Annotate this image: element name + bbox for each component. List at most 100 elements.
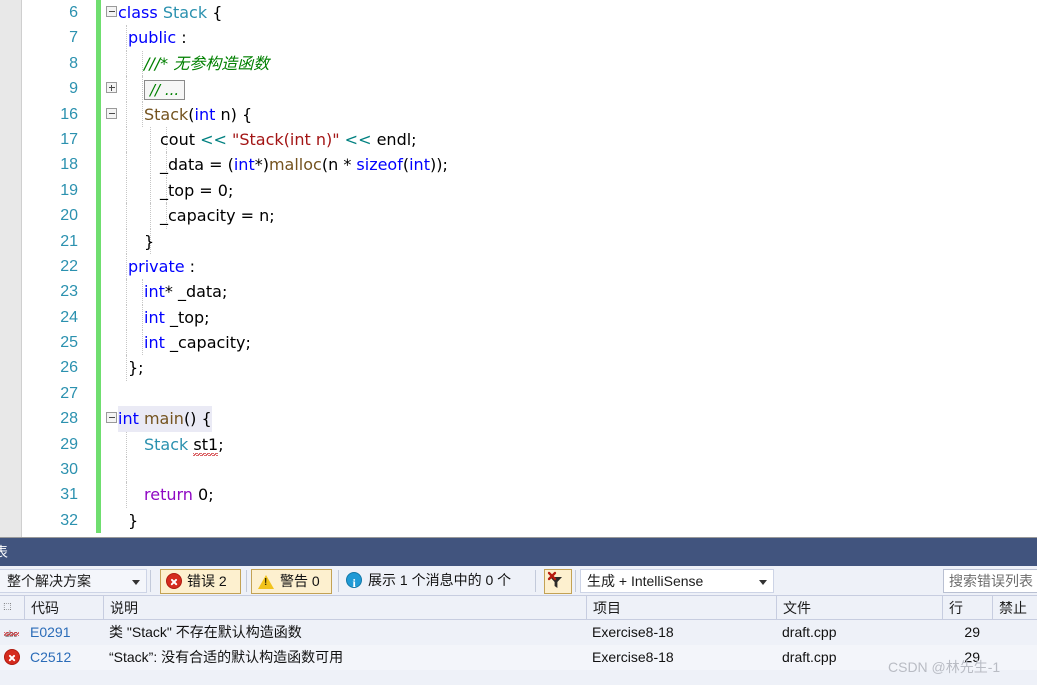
- change-indicator-bar: [96, 380, 101, 407]
- code-text[interactable]: public :: [128, 25, 187, 50]
- change-indicator-bar: [96, 228, 101, 254]
- code-text[interactable]: // ...: [144, 76, 186, 101]
- indent-guide: [126, 50, 127, 77]
- code-text[interactable]: cout << "Stack(int n)" << endl;: [160, 127, 417, 152]
- collapse-region-icon[interactable]: [106, 107, 119, 121]
- error-list-header-row[interactable]: 代码 说明 项目 文件行禁止 ⬚: [0, 596, 1037, 620]
- change-indicator-bar: [96, 330, 101, 356]
- code-line[interactable]: 20 _capacity = n;: [22, 203, 1037, 229]
- code-token: }: [128, 510, 139, 530]
- code-line[interactable]: 30: [22, 457, 1037, 483]
- toolbar-separator: [150, 570, 151, 592]
- line-number: 19: [60, 181, 78, 199]
- code-line[interactable]: 26};: [22, 355, 1037, 381]
- code-text[interactable]: }: [144, 229, 154, 254]
- error-list-title-text: 表: [0, 544, 8, 560]
- code-token: _top = 0;: [160, 180, 234, 200]
- indent-guide: [126, 203, 127, 229]
- change-indicator-bar: [96, 406, 101, 432]
- cell-line: 29: [964, 649, 980, 665]
- code-line[interactable]: 18 _data = (int*)malloc(n * sizeof(int));: [22, 152, 1037, 178]
- indent-guide: [142, 50, 143, 77]
- change-indicator-bar: [96, 126, 101, 153]
- code-token: ///* 无参构造函数: [144, 53, 270, 73]
- code-line[interactable]: 27: [22, 380, 1037, 407]
- column-header-code[interactable]: 代码: [24, 596, 103, 620]
- errors-filter-toggle[interactable]: 错误 2: [160, 569, 241, 594]
- column-header-line[interactable]: 行: [942, 596, 992, 620]
- code-token: }: [144, 231, 155, 251]
- code-text[interactable]: _top = 0;: [160, 178, 233, 203]
- code-text[interactable]: ///* 无参构造函数: [144, 51, 269, 76]
- code-token: "Stack(int n)": [232, 129, 340, 149]
- code-line[interactable]: 28 int main() {: [22, 406, 1037, 432]
- line-number: 17: [60, 130, 78, 148]
- error-list-rows[interactable]: abc E0291 类 "Stack" 不存在默认构造函数 Exercise8-18 d…: [0, 620, 1037, 685]
- code-line[interactable]: 21}: [22, 228, 1037, 254]
- code-text[interactable]: int main() {: [118, 406, 212, 432]
- errors-filter-label: 错误 2: [187, 573, 227, 589]
- code-line[interactable]: 25 int _capacity;: [22, 330, 1037, 356]
- scope-filter-dropdown[interactable]: 整个解决方案: [0, 569, 147, 593]
- cell-proj: Exercise8-18: [592, 624, 674, 640]
- toolbar-separator: [575, 570, 576, 592]
- search-error-list-input[interactable]: 搜索错误列表: [943, 569, 1037, 593]
- indent-guide: [150, 126, 151, 153]
- column-header-desc[interactable]: 说明: [103, 596, 586, 620]
- cell-code: C2512: [30, 649, 72, 665]
- code-token: n) {: [215, 104, 253, 124]
- collapsed-region-box[interactable]: // ...: [144, 79, 186, 100]
- code-line[interactable]: 32}: [22, 507, 1037, 534]
- code-text[interactable]: class Stack {: [118, 0, 222, 25]
- clear-filter-button[interactable]: [544, 569, 572, 594]
- code-line[interactable]: 19 _top = 0;: [22, 177, 1037, 204]
- code-text[interactable]: int _capacity;: [144, 330, 251, 355]
- column-header-supp[interactable]: 禁止: [992, 596, 1037, 620]
- table-row[interactable]: C2512 “Stack”: 没有合适的默认构造函数可用 Exercise8-18 d…: [0, 645, 1037, 670]
- column-header-file[interactable]: 文件: [776, 596, 942, 620]
- indent-guide: [142, 279, 143, 305]
- code-text[interactable]: int* _data;: [144, 279, 227, 304]
- indent-guide: [126, 126, 127, 153]
- build-intellisense-dropdown[interactable]: 生成 + IntelliSense: [580, 569, 774, 593]
- code-token: ));: [429, 155, 448, 175]
- indent-guide: [126, 76, 127, 102]
- code-line[interactable]: 6 class Stack {: [22, 0, 1037, 26]
- change-indicator-bar: [96, 482, 101, 508]
- code-text[interactable]: Stack(int n) {: [144, 102, 252, 127]
- code-text[interactable]: }: [128, 508, 138, 533]
- expand-region-icon[interactable]: [106, 82, 119, 95]
- code-line[interactable]: 9 // ...: [22, 76, 1037, 102]
- code-line[interactable]: 22 private :: [22, 253, 1037, 280]
- table-row[interactable]: abc E0291 类 "Stack" 不存在默认构造函数 Exercise8-18 d…: [0, 620, 1037, 645]
- column-header-proj[interactable]: 项目: [586, 596, 776, 620]
- code-line[interactable]: 31 return 0;: [22, 482, 1037, 508]
- code-token: {: [207, 3, 223, 22]
- code-lines-container[interactable]: 6 class Stack { 7 public :8///* 无参构造函数 9// .…: [22, 0, 1037, 537]
- code-line[interactable]: 8 ///* 无参构造函数: [22, 50, 1037, 77]
- column-chooser-icon[interactable]: ⬚: [3, 600, 15, 612]
- cell-code: E0291: [30, 624, 71, 640]
- code-line[interactable]: 29 Stack st1;: [22, 431, 1037, 458]
- code-text[interactable]: private :: [128, 254, 195, 279]
- code-token: * _data;: [164, 282, 228, 302]
- line-number: 30: [60, 461, 78, 479]
- code-token: (n *: [321, 155, 357, 175]
- code-line[interactable]: 7 public :: [22, 25, 1037, 51]
- code-line[interactable]: 23 int* _data;: [22, 279, 1037, 305]
- code-text[interactable]: _data = (int*)malloc(n * sizeof(int));: [160, 152, 448, 177]
- code-text[interactable]: return 0;: [144, 482, 214, 507]
- code-text[interactable]: };: [128, 355, 144, 380]
- code-text[interactable]: _capacity = n;: [160, 203, 275, 228]
- code-token: _top;: [164, 307, 210, 327]
- code-text[interactable]: int _top;: [144, 305, 210, 330]
- code-line[interactable]: 16 Stack(int n) {: [22, 101, 1037, 127]
- code-text[interactable]: Stack st1;: [144, 432, 224, 458]
- code-editor[interactable]: 6 class Stack { 7 public :8///* 无参构造函数 9// .…: [0, 0, 1037, 537]
- indent-guide: [126, 355, 127, 381]
- code-line[interactable]: 17 cout << "Stack(int n)" << endl;: [22, 126, 1037, 153]
- line-number: 23: [60, 283, 78, 301]
- code-line[interactable]: 24 int _top;: [22, 304, 1037, 331]
- line-number: 7: [69, 29, 78, 47]
- warnings-filter-toggle[interactable]: 警告 0: [251, 569, 332, 594]
